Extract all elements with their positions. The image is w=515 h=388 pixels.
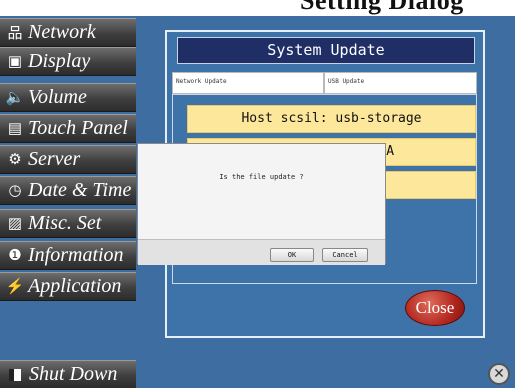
sidebar-item-label: Volume — [28, 86, 87, 108]
sidebar-item-label: Display — [28, 50, 91, 72]
sidebar-item-touch-panel[interactable]: ▤ Touch Panel — [0, 114, 136, 143]
speaker-icon: 🔈 — [5, 90, 25, 106]
shutdown-label: Shut Down — [29, 363, 118, 385]
confirm-dialog: Is the file update ? OK Cancel — [137, 143, 386, 265]
network-icon: 品 — [7, 26, 23, 42]
power-icon — [9, 368, 21, 381]
tab-usb-update[interactable]: USB Update — [324, 72, 477, 94]
dialog-message: Is the file update ? — [219, 173, 304, 181]
sidebar-item-label: Misc. Set — [28, 212, 102, 234]
sidebar-item-label: Information — [28, 244, 124, 266]
window-title: Setting Dialog — [300, 0, 464, 15]
panel-title: System Update — [177, 37, 475, 64]
gear-icon: ⚙ — [8, 152, 22, 168]
list-item[interactable]: Host scsil: usb-storage — [187, 105, 476, 133]
cancel-button[interactable]: Cancel — [322, 248, 368, 262]
ok-button[interactable]: OK — [270, 248, 314, 262]
info-icon: ❶ — [8, 248, 22, 264]
sidebar-item-date-time[interactable]: ◷ Date & Time — [0, 176, 136, 205]
sidebar-item-network[interactable]: 品 Network — [0, 18, 136, 47]
lightning-icon: ⚡ — [5, 279, 25, 295]
sidebar-item-label: Application — [28, 275, 122, 297]
display-icon: ▣ — [7, 54, 23, 70]
tab-network-update[interactable]: Network Update — [172, 72, 324, 94]
close-button[interactable]: Close — [405, 290, 465, 326]
sidebar-item-label: Network — [28, 21, 96, 43]
top-banner: Setting Dialog — [0, 0, 515, 16]
sidebar-item-label: Date & Time — [28, 179, 132, 201]
sidebar-item-volume[interactable]: 🔈 Volume — [0, 83, 136, 112]
sidebar-item-server[interactable]: ⚙ Server — [0, 145, 136, 174]
shutdown-button[interactable]: Shut Down — [0, 360, 136, 388]
dialog-footer: OK Cancel — [138, 239, 385, 265]
sidebar-item-information[interactable]: ❶ Information — [0, 241, 136, 270]
sidebar-item-misc-set[interactable]: ▨ Misc. Set — [0, 209, 136, 238]
sidebar-item-application[interactable]: ⚡ Application — [0, 272, 136, 301]
sidebar-item-label: Server — [28, 148, 81, 170]
sidebar-item-display[interactable]: ▣ Display — [0, 47, 136, 76]
touch-panel-icon: ▤ — [7, 121, 23, 137]
misc-icon: ▨ — [7, 216, 23, 232]
sidebar-item-label: Touch Panel — [28, 117, 128, 139]
clock-icon: ◷ — [8, 183, 22, 199]
close-icon[interactable]: ✕ — [488, 363, 510, 385]
